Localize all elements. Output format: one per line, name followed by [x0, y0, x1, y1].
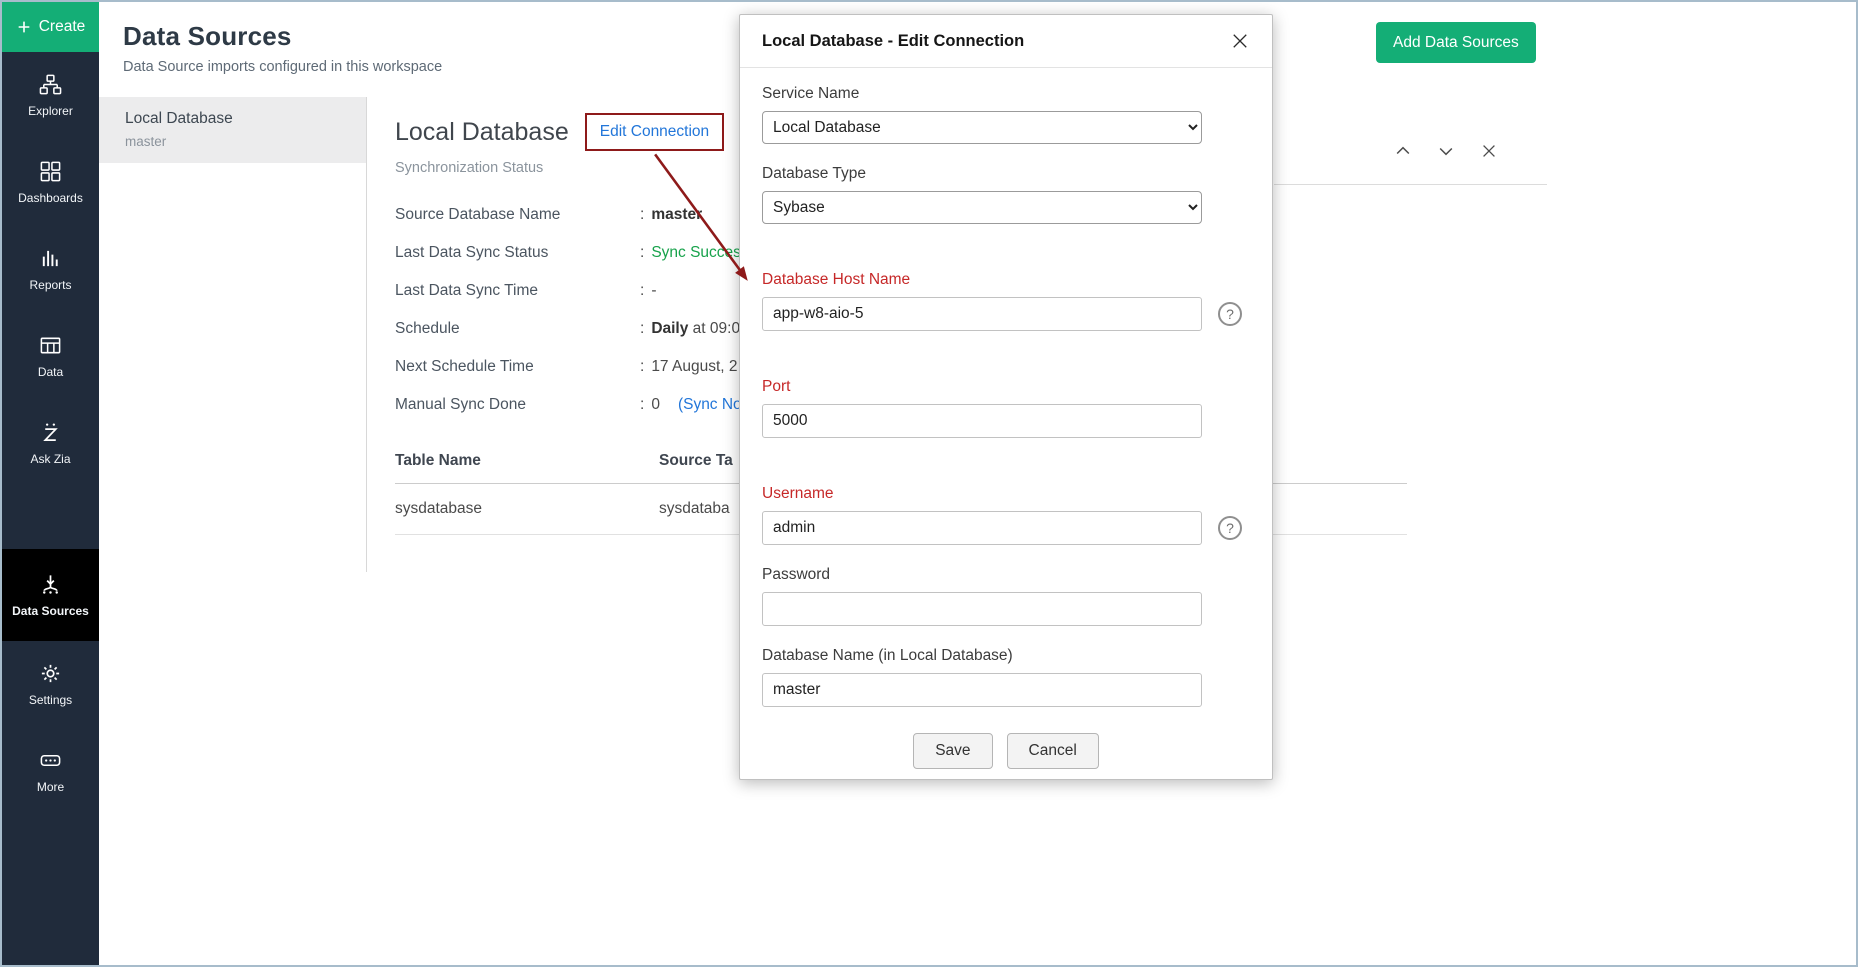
- annotation-highlight-box: Edit Connection: [585, 113, 724, 151]
- detail-header-divider: [1274, 184, 1547, 185]
- sidebar-item-label: Reports: [29, 278, 71, 292]
- source-list-item[interactable]: Local Database master: [99, 97, 366, 163]
- settings-icon: [39, 662, 62, 685]
- sidebar-item-label: Settings: [29, 693, 72, 707]
- field-label: Service Name: [762, 84, 1250, 103]
- detail-row-value: 17 August, 2: [651, 358, 737, 375]
- sidebar-item-label: More: [37, 780, 64, 794]
- detail-row-value: Daily: [651, 320, 688, 337]
- detail-row-value: -: [651, 282, 656, 299]
- password-input[interactable]: [762, 592, 1202, 626]
- table-cell: sysdatabase: [395, 500, 659, 518]
- field-label: Database Type: [762, 164, 1250, 183]
- explorer-icon: [39, 73, 62, 96]
- create-label: Create: [39, 18, 86, 36]
- ask-zia-icon: [39, 421, 62, 444]
- save-button[interactable]: Save: [913, 733, 992, 769]
- cancel-button[interactable]: Cancel: [1007, 733, 1099, 769]
- detail-row-label: Last Data Sync Time: [395, 280, 640, 302]
- detail-row-value: master: [651, 206, 702, 223]
- detail-row-value: 0: [651, 396, 660, 413]
- sidebar-item-dashboards[interactable]: Dashboards: [2, 139, 99, 226]
- sidebar-item-explorer[interactable]: Explorer: [2, 52, 99, 139]
- sidebar: Create Explorer Dashboards Reports Data …: [2, 2, 99, 965]
- sidebar-item-label: Dashboards: [18, 191, 83, 205]
- dashboards-icon: [39, 160, 62, 183]
- app-window: Create Explorer Dashboards Reports Data …: [0, 0, 1858, 967]
- table-cell: sysdataba: [659, 500, 730, 518]
- plus-icon: [16, 19, 32, 35]
- detail-row-label: Source Database Name: [395, 204, 640, 226]
- reports-icon: [39, 247, 62, 270]
- field-label: Password: [762, 565, 1250, 584]
- port-input[interactable]: [762, 404, 1202, 438]
- field-label: Port: [762, 377, 1250, 396]
- database-host-input[interactable]: [762, 297, 1202, 331]
- add-data-sources-button[interactable]: Add Data Sources: [1376, 22, 1536, 63]
- close-icon: [1230, 31, 1250, 51]
- database-name-input[interactable]: [762, 673, 1202, 707]
- sync-now-link[interactable]: (Sync No: [678, 396, 742, 413]
- data-sources-icon: [39, 573, 62, 596]
- table-header-cell: Table Name: [395, 452, 659, 470]
- sidebar-item-reports[interactable]: Reports: [2, 226, 99, 313]
- source-list-panel: Local Database master: [99, 97, 367, 572]
- modal-title: Local Database - Edit Connection: [762, 32, 1024, 51]
- field-database-name: Database Name (in Local Database): [762, 646, 1250, 707]
- database-type-select[interactable]: Sybase: [762, 191, 1202, 224]
- help-icon[interactable]: ?: [1218, 516, 1242, 540]
- sidebar-item-ask-zia[interactable]: Ask Zia: [2, 400, 99, 487]
- service-name-select[interactable]: Local Database: [762, 111, 1202, 144]
- edit-connection-modal: Local Database - Edit Connection Service…: [739, 14, 1273, 780]
- modal-close-button[interactable]: [1230, 31, 1250, 51]
- next-source-button[interactable]: [1433, 138, 1459, 164]
- sidebar-item-label: Data: [38, 365, 63, 379]
- sidebar-item-label: Data Sources: [12, 604, 89, 618]
- field-database-host: Database Host Name ?: [762, 270, 1250, 331]
- chevron-up-icon: [1393, 141, 1413, 161]
- chevron-down-icon: [1436, 141, 1456, 161]
- sidebar-nav: Explorer Dashboards Reports Data Ask Zia…: [2, 52, 99, 815]
- modal-header: Local Database - Edit Connection: [740, 15, 1272, 68]
- field-username: Username ?: [762, 484, 1250, 545]
- modal-buttons: Save Cancel: [762, 733, 1250, 769]
- detail-row-value: Sync Succes: [651, 244, 741, 261]
- sidebar-item-settings[interactable]: Settings: [2, 641, 99, 728]
- help-icon[interactable]: ?: [1218, 302, 1242, 326]
- sidebar-item-data-sources[interactable]: Data Sources: [2, 549, 99, 641]
- modal-body: Service Name Local Database Database Typ…: [740, 68, 1272, 787]
- detail-row-value-suffix: at 09:0: [688, 320, 740, 337]
- field-label: Database Host Name: [762, 270, 1250, 289]
- field-service-name: Service Name Local Database: [762, 84, 1250, 144]
- sidebar-item-label: Ask Zia: [30, 452, 70, 466]
- close-detail-button[interactable]: [1476, 138, 1502, 164]
- field-label: Username: [762, 484, 1250, 503]
- edit-connection-link[interactable]: Edit Connection: [600, 123, 709, 140]
- field-password: Password: [762, 565, 1250, 626]
- detail-row-label: Manual Sync Done: [395, 394, 640, 416]
- detail-controls: [1390, 138, 1502, 164]
- detail-title: Local Database: [395, 118, 569, 147]
- close-icon: [1479, 141, 1499, 161]
- create-button[interactable]: Create: [2, 2, 99, 52]
- source-name: Local Database: [125, 110, 340, 128]
- detail-row-label: Last Data Sync Status: [395, 242, 640, 264]
- sidebar-item-data[interactable]: Data: [2, 313, 99, 400]
- detail-row-label: Next Schedule Time: [395, 356, 640, 378]
- sidebar-item-more[interactable]: More: [2, 728, 99, 815]
- more-icon: [39, 749, 62, 772]
- field-port: Port: [762, 377, 1250, 438]
- previous-source-button[interactable]: [1390, 138, 1416, 164]
- username-input[interactable]: [762, 511, 1202, 545]
- sidebar-item-label: Explorer: [28, 104, 73, 118]
- field-label: Database Name (in Local Database): [762, 646, 1250, 665]
- detail-row-label: Schedule: [395, 318, 640, 340]
- table-header-cell: Source Ta: [659, 452, 733, 470]
- data-icon: [39, 334, 62, 357]
- field-database-type: Database Type Sybase: [762, 164, 1250, 224]
- source-database: master: [125, 134, 340, 149]
